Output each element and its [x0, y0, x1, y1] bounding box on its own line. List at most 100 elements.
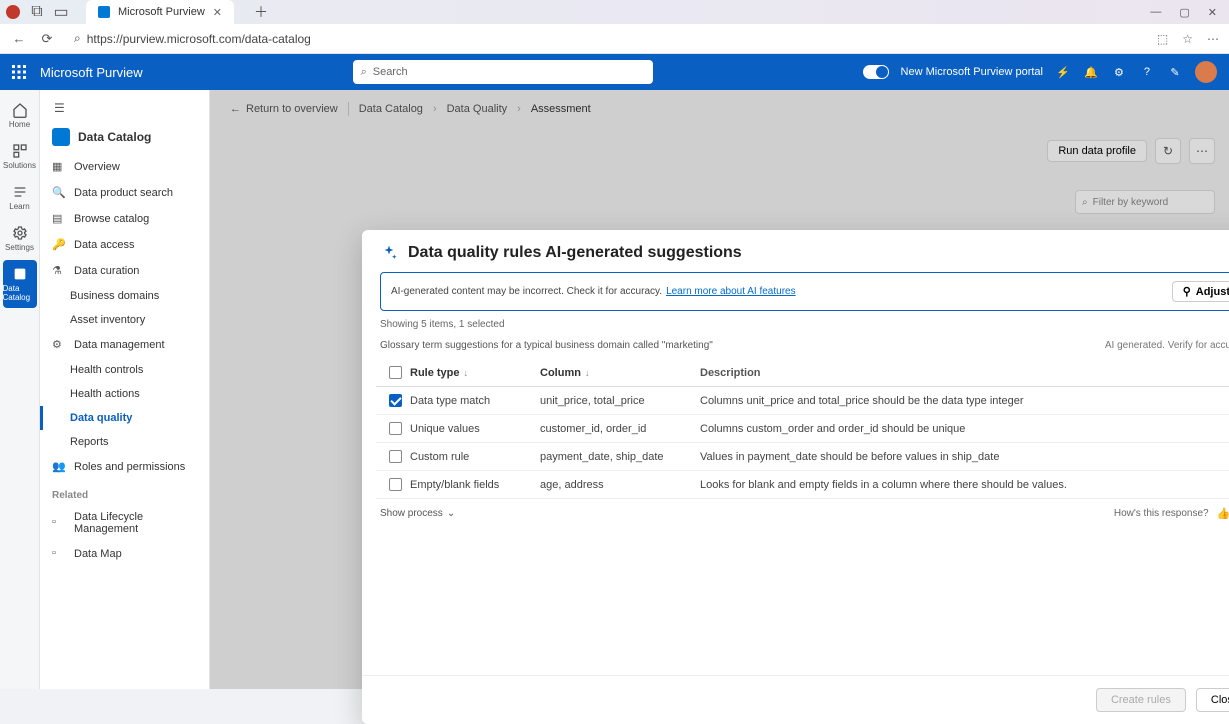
row-rule-type: Custom rule [410, 451, 540, 463]
row-checkbox[interactable] [389, 422, 402, 435]
window-maximize-icon[interactable]: ▢ [1179, 6, 1189, 19]
nav-icon: ⚗ [52, 264, 66, 278]
window-minimize-icon[interactable]: — [1150, 6, 1161, 19]
sidebar-item-data-management[interactable]: ⚙ Data management [40, 332, 209, 358]
sidebar-item-data-access[interactable]: 🔑 Data access [40, 232, 209, 258]
main-content: ← Return to overview Data Catalog › Data… [210, 90, 1229, 689]
search-icon: ⌕ [361, 66, 367, 79]
tab-actions-icon[interactable]: ▭ [54, 5, 68, 19]
sidebar-item-label: Data access [74, 239, 135, 251]
app-launcher-icon[interactable] [12, 65, 26, 79]
row-column: customer_id, order_id [540, 423, 700, 435]
sidebar-item-health-actions[interactable]: Health actions [40, 382, 209, 406]
row-checkbox[interactable] [389, 450, 402, 463]
browser-tab[interactable]: Microsoft Purview ✕ [86, 0, 234, 24]
sidebar-item-data-curation[interactable]: ⚗Data curation [40, 258, 209, 284]
adjust-button[interactable]: ⚲ Adjust [1172, 281, 1229, 302]
related-label: Related [40, 480, 209, 505]
table-row: Custom rulepayment_date, ship_dateValues… [376, 443, 1229, 471]
glossary-subtitle: Glossary term suggestions for a typical … [380, 340, 713, 351]
table-row: Unique valuescustomer_id, order_idColumn… [376, 415, 1229, 443]
sidebar-item-data-product-search[interactable]: 🔍Data product search [40, 180, 209, 206]
iconbar-learn[interactable]: Learn [0, 178, 39, 217]
nav-icon: 🔑 [52, 238, 66, 252]
sidebar-item-data-quality[interactable]: Data quality [40, 406, 209, 430]
sidebar-section-header: Data Catalog [40, 120, 209, 154]
feedback-icon[interactable]: ✎ [1167, 64, 1183, 80]
nav-icon: ⚙ [52, 338, 66, 352]
diagnostics-icon[interactable]: ⚡ [1055, 64, 1071, 80]
favicon-icon [98, 6, 110, 18]
banner-learn-more-link[interactable]: Learn more about AI features [666, 286, 796, 297]
sidebar-item-label: Data management [74, 339, 165, 351]
portal-toggle[interactable] [863, 65, 889, 79]
sidebar-item-roles-and-permissions[interactable]: 👥 Roles and permissions [40, 454, 209, 480]
row-rule-type: Unique values [410, 423, 540, 435]
table-row: Empty/blank fieldsage, addressLooks for … [376, 471, 1229, 499]
notifications-icon[interactable]: 🔔 [1083, 64, 1099, 80]
sidebar-item-label: Reports [70, 436, 109, 448]
more-icon[interactable]: ⋯ [1207, 32, 1219, 46]
settings-icon[interactable]: ⚙ [1111, 64, 1127, 80]
iconbar-data-catalog[interactable]: Data Catalog [3, 260, 37, 308]
global-search-input[interactable]: ⌕ Search [353, 60, 653, 84]
col-rule-type[interactable]: Rule type [410, 367, 460, 379]
refresh-icon[interactable]: ⟳ [38, 30, 56, 48]
sidebar-item-health-controls[interactable]: Health controls [40, 358, 209, 382]
iconbar-home[interactable]: Home [0, 96, 39, 135]
sidebar-item-label: Data Map [74, 548, 122, 560]
sort-icon[interactable]: ↓ [585, 368, 590, 378]
extensions-icon[interactable]: ⬚ [1157, 32, 1168, 46]
close-button[interactable]: Close [1196, 688, 1229, 712]
profile-avatar-icon[interactable] [6, 5, 20, 19]
sidebar-item-label: Roles and permissions [74, 461, 185, 473]
sidebar-item-browse-catalog[interactable]: ▤Browse catalog [40, 206, 209, 232]
user-avatar[interactable] [1195, 61, 1217, 83]
row-column: payment_date, ship_date [540, 451, 700, 463]
sidebar-item-business-domains[interactable]: Business domains [40, 284, 209, 308]
back-icon[interactable]: ← [10, 30, 28, 48]
feedback-label: How's this response? [1114, 508, 1209, 519]
portal-toggle-label: New Microsoft Purview portal [901, 66, 1043, 78]
sidebar-section-title: Data Catalog [78, 130, 151, 144]
nav-icon: 👥 [52, 460, 66, 474]
related-item-data-map[interactable]: ▫Data Map [40, 541, 209, 567]
select-all-checkbox[interactable] [389, 366, 402, 379]
tab-close-icon[interactable]: ✕ [213, 6, 222, 19]
show-process-toggle[interactable]: Show process ⌄ [380, 508, 455, 519]
sidebar-item-label: Data quality [70, 412, 132, 424]
sidebar: ☰ Data Catalog ▦ Overview 🔍Data product se… [40, 90, 210, 689]
related-item-data-lifecycle-management[interactable]: ▫Data Lifecycle Management [40, 505, 209, 541]
row-description: Columns unit_price and total_price shoul… [700, 395, 1229, 407]
workspaces-icon[interactable]: ⧉ [30, 5, 44, 19]
ai-info-banner: AI-generated content may be incorrect. C… [380, 272, 1229, 311]
window-close-icon[interactable]: ✕ [1208, 6, 1217, 19]
new-tab-icon[interactable]: ＋ [254, 2, 268, 22]
nav-icon: ▦ [52, 160, 66, 174]
modal-title: Data quality rules AI-generated suggesti… [408, 244, 742, 262]
sidebar-item-asset-inventory[interactable]: Asset inventory [40, 308, 209, 332]
row-checkbox[interactable] [389, 394, 402, 407]
row-rule-type: Empty/blank fields [410, 479, 540, 491]
help-icon[interactable]: ? [1139, 64, 1155, 80]
row-checkbox[interactable] [389, 478, 402, 491]
tab-title: Microsoft Purview [118, 6, 205, 18]
row-description: Looks for blank and empty fields in a co… [700, 479, 1229, 491]
nav-icon: 🔍 [52, 186, 66, 200]
iconbar-solutions[interactable]: Solutions [0, 137, 39, 176]
create-rules-button[interactable]: Create rules [1096, 688, 1186, 712]
sidebar-collapse-icon[interactable]: ☰ [40, 96, 209, 120]
iconbar-settings[interactable]: Settings [0, 219, 39, 258]
row-column: age, address [540, 479, 700, 491]
url-field[interactable]: ⌕ https://purview.microsoft.com/data-cat… [66, 31, 1147, 46]
banner-text: AI-generated content may be incorrect. C… [391, 286, 662, 297]
sidebar-item-reports[interactable]: Reports [40, 430, 209, 454]
row-description: Columns custom_order and order_id should… [700, 423, 1229, 435]
col-column[interactable]: Column [540, 367, 581, 379]
sidebar-item-overview[interactable]: ▦ Overview [40, 154, 209, 180]
browser-titlebar: ⧉ ▭ Microsoft Purview ✕ ＋ — ▢ ✕ [0, 0, 1229, 24]
sidebar-item-label: Overview [74, 161, 120, 173]
sort-icon[interactable]: ↓ [464, 368, 469, 378]
favorites-icon[interactable]: ☆ [1182, 32, 1193, 46]
thumbs-up-icon[interactable]: 👍 [1217, 507, 1229, 520]
